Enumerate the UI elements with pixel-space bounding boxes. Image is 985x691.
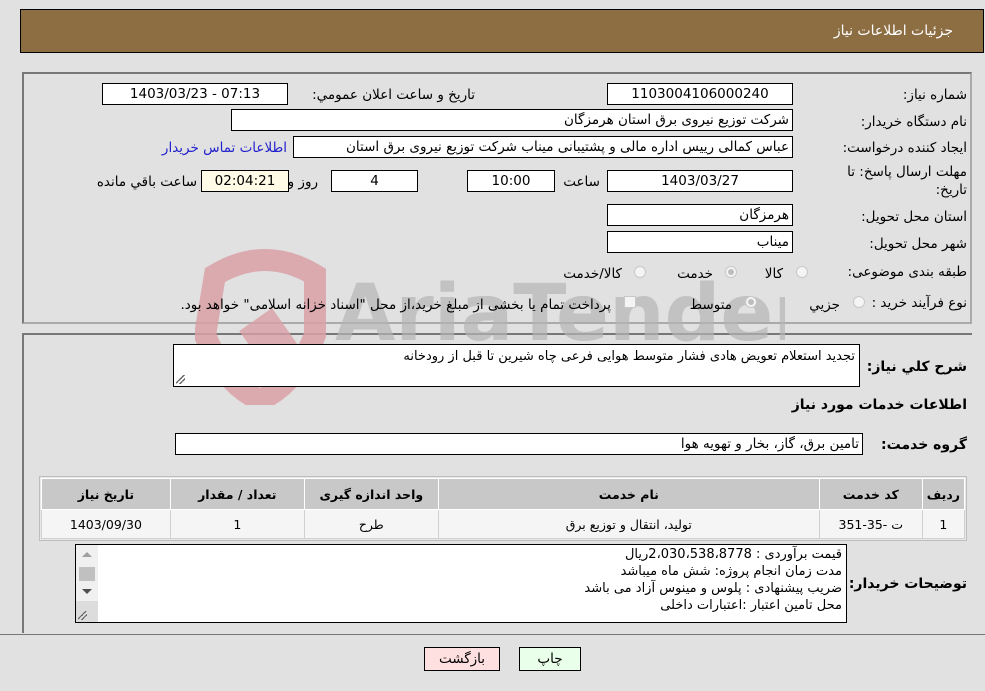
col-row-number: ردیف bbox=[921, 478, 966, 510]
col-quantity: تعداد / مقدار bbox=[169, 478, 305, 510]
deadline-time-field[interactable]: 10:00 bbox=[467, 170, 555, 192]
cell-unit: طرح bbox=[303, 509, 439, 539]
buyer-notes-line: محل تامین اعتبار :اعتبارات داخلی bbox=[660, 598, 842, 613]
col-unit: واحد اندازه گیری bbox=[303, 478, 439, 510]
page-title: جزئیات اطلاعات نیاز bbox=[833, 23, 953, 39]
buyer-notes-label: توضیحات خریدار: bbox=[848, 576, 967, 592]
cell-service-code: ت -35-351 bbox=[818, 509, 923, 539]
treasury-note: پرداخت تمام یا بخشی از مبلغ خرید،از محل … bbox=[180, 297, 611, 313]
category-option-goods-service: کالا/خدمت bbox=[563, 266, 622, 282]
buyer-org-label: نام دستگاه خریدار: bbox=[860, 114, 967, 130]
description-text: تجدید استعلام تعویض هادی فشار متوسط هوای… bbox=[403, 349, 855, 364]
city-field[interactable]: میناب bbox=[607, 231, 793, 253]
deadline-label: مهلت ارسال پاسخ: تا bbox=[847, 164, 967, 180]
category-label: طبقه بندی موضوعی: bbox=[847, 264, 967, 280]
process-radio-minor[interactable] bbox=[853, 296, 865, 308]
cell-need-date: 1403/09/30 bbox=[41, 509, 171, 539]
table-header-row: ردیف کد خدمت نام خدمت واحد اندازه گیری ت… bbox=[41, 478, 966, 510]
category-radio-service[interactable] bbox=[725, 266, 737, 278]
deadline-time-label: ساعت bbox=[563, 174, 600, 190]
need-number-field[interactable]: 1103004106000240 bbox=[607, 83, 793, 105]
table-row: 1 ت -35-351 تولید، انتقال و توزیع برق طر… bbox=[41, 509, 966, 539]
treasury-checkbox[interactable] bbox=[624, 296, 636, 308]
cell-row-number: 1 bbox=[921, 509, 966, 539]
category-option-service: خدمت bbox=[677, 266, 713, 282]
deadline-label-date: تاریخ: bbox=[935, 182, 967, 198]
scroll-up-icon[interactable] bbox=[82, 552, 92, 557]
col-service-name: نام خدمت bbox=[437, 478, 820, 510]
buyer-notes-textarea[interactable]: قیمت برآوردی : 2،030،538،8778ریال مدت زم… bbox=[75, 544, 847, 623]
services-section-title: اطلاعات خدمات مورد نیاز bbox=[791, 397, 967, 413]
category-radio-goods[interactable] bbox=[796, 266, 808, 278]
city-label: شهر محل تحویل: bbox=[869, 236, 967, 252]
cell-service-name: تولید، انتقال و توزیع برق bbox=[437, 509, 820, 539]
scroll-thumb[interactable] bbox=[79, 567, 95, 581]
category-option-goods: کالا bbox=[764, 266, 783, 282]
buyer-notes-line: قیمت برآوردی : 2،030،538،8778ریال bbox=[624, 547, 842, 562]
description-textarea[interactable]: تجدید استعلام تعویض هادی فشار متوسط هوای… bbox=[173, 344, 860, 387]
buyer-notes-scrollbar[interactable] bbox=[76, 545, 98, 622]
resize-grip-icon[interactable] bbox=[176, 375, 185, 384]
process-radio-medium[interactable] bbox=[745, 296, 757, 308]
buyer-notes-line: ضریب پیشنهادی : پلوس و مینوس آزاد می باش… bbox=[584, 581, 842, 596]
announce-date-field[interactable]: 1403/03/23 - 07:13 bbox=[102, 83, 288, 105]
back-button[interactable]: بازگشت bbox=[424, 647, 500, 671]
need-number-label: شماره نیاز: bbox=[902, 87, 967, 103]
scroll-down-icon[interactable] bbox=[82, 589, 92, 594]
process-label: نوع فرآیند خرید : bbox=[871, 295, 967, 311]
province-field[interactable]: هرمزگان bbox=[607, 204, 793, 226]
deadline-date-field[interactable]: 1403/03/27 bbox=[607, 170, 793, 192]
buyer-contact-link[interactable]: اطلاعات تماس خریدار bbox=[162, 140, 287, 156]
days-remaining-field[interactable]: 4 bbox=[331, 170, 418, 192]
col-service-code: کد خدمت bbox=[818, 478, 923, 510]
creator-field[interactable]: عباس کمالی رییس اداره مالی و پشتیبانی می… bbox=[293, 136, 793, 158]
service-group-label: گروه خدمت: bbox=[881, 437, 967, 453]
service-group-field[interactable]: تامین برق، گاز، بخار و تهویه هوا bbox=[175, 433, 863, 455]
footer-divider bbox=[0, 634, 985, 635]
buyer-org-field[interactable]: شرکت توزیع نیروی برق استان هرمزگان bbox=[231, 109, 793, 131]
resize-grip-icon[interactable] bbox=[78, 611, 87, 620]
days-label: روز و bbox=[287, 174, 318, 190]
process-option-minor: جزيي bbox=[809, 297, 840, 313]
col-need-date: تاریخ نیاز bbox=[41, 478, 171, 510]
print-button[interactable]: چاپ bbox=[519, 647, 581, 671]
services-table-wrapper: ردیف کد خدمت نام خدمت واحد اندازه گیری ت… bbox=[39, 476, 967, 541]
remaining-time-field[interactable]: 02:04:21 bbox=[201, 170, 289, 192]
process-option-medium: متوسط bbox=[689, 297, 732, 313]
announce-date-label: تاریخ و ساعت اعلان عمومي: bbox=[312, 87, 475, 103]
description-label: شرح کلي نیاز: bbox=[866, 359, 967, 375]
buyer-notes-line: مدت زمان انجام پروژه: شش ماه میباشد bbox=[620, 564, 842, 579]
remaining-time-label: ساعت باقي مانده bbox=[96, 174, 197, 190]
creator-label: ایجاد کننده درخواست: bbox=[842, 140, 967, 156]
services-table: ردیف کد خدمت نام خدمت واحد اندازه گیری ت… bbox=[41, 478, 966, 539]
category-radio-goods-service[interactable] bbox=[634, 266, 646, 278]
page-header: جزئیات اطلاعات نیاز bbox=[20, 9, 984, 53]
cell-quantity: 1 bbox=[169, 509, 305, 539]
scroll-corner bbox=[76, 601, 98, 622]
province-label: استان محل تحویل: bbox=[861, 209, 967, 225]
